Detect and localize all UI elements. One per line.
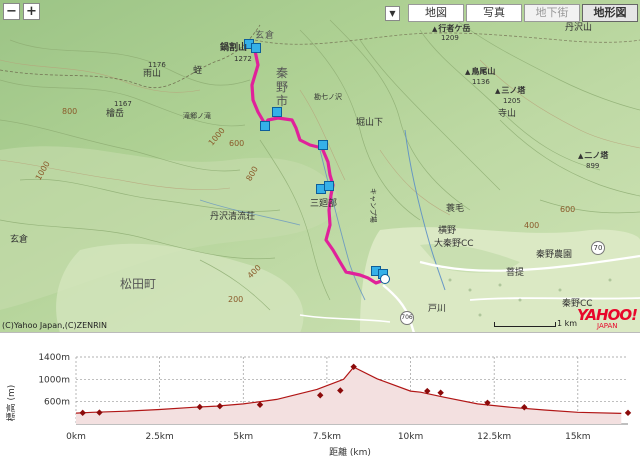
label-camp: キャンプ場 xyxy=(369,188,377,223)
map-type-terrain-button[interactable]: 地形図 xyxy=(582,4,638,22)
route-waypoint[interactable] xyxy=(260,121,270,131)
label-takaoyama: 鳥尾山 xyxy=(465,68,495,76)
label-height-1136: 1136 xyxy=(472,78,490,86)
scale-label: 1 km xyxy=(557,319,578,328)
route-start-marker[interactable] xyxy=(380,274,390,284)
map-view[interactable]: 玄倉 鍋割山 1272 秦野市 行者ケ岳 1209 丹沢山 蛭 1176 雨山 … xyxy=(0,0,640,333)
label-nabewariyama: 鍋割山 xyxy=(220,43,248,53)
x-tick-label: 2.5km xyxy=(145,432,173,442)
label-shimodani: 菩提 xyxy=(506,268,525,278)
contour-label: 600 xyxy=(229,139,245,148)
label-hekiyama: 蛭 xyxy=(193,66,203,76)
map-type-map-button[interactable]: 地図 xyxy=(408,4,464,22)
y-tick-label: 1000m xyxy=(38,375,70,385)
x-tick-label: 10km xyxy=(398,432,423,442)
map-type-dropdown-button[interactable]: ▼ xyxy=(385,6,400,21)
label-height-1209: 1209 xyxy=(441,34,459,42)
label-ohadano-cc: 大秦野CC xyxy=(434,239,474,249)
label-takiodoro: 滝郷ノ滝 xyxy=(183,112,211,120)
elevation-marker xyxy=(624,409,632,417)
y-tick-label: 600m xyxy=(44,398,70,408)
x-tick-label: 12.5km xyxy=(477,432,511,442)
label-sangaishi: 三廻部 xyxy=(310,199,338,209)
route-70-shield: 70 xyxy=(591,241,605,255)
route-waypoint[interactable] xyxy=(272,107,282,117)
scale-bar xyxy=(494,322,556,327)
label-gyojagatake: 行者ケ岳 xyxy=(432,25,470,33)
zoom-in-button[interactable]: + xyxy=(23,3,40,20)
label-amayama: 雨山 xyxy=(143,69,162,79)
route-706-shield: 706 xyxy=(400,311,414,325)
zoom-out-button[interactable]: − xyxy=(3,3,20,20)
label-sannoto: 三ノ塔 xyxy=(495,87,525,95)
label-kannonoyu: 勘七ノ沢 xyxy=(314,93,342,101)
label-kiyono: 横野 xyxy=(438,226,457,236)
contour-label: 400 xyxy=(524,221,540,230)
contour-label: 800 xyxy=(62,107,78,116)
x-tick-label: 0km xyxy=(66,432,86,442)
label-hadano-shi: 秦野市 xyxy=(276,66,290,108)
label-height-1176: 1176 xyxy=(148,61,166,69)
yahoo-logo-sub: JAPAN xyxy=(597,322,618,330)
elevation-chart-svg: 600m 1000m 1400m 0km 2.5km 5km 7.5km 10km 12.5km… xyxy=(5,353,632,458)
route-waypoint[interactable] xyxy=(251,43,261,53)
label-height-1272: 1272 xyxy=(234,55,252,63)
route-waypoint[interactable] xyxy=(318,140,328,150)
elevation-profile-chart: 600m 1000m 1400m 0km 2.5km 5km 7.5km 10km 12.5km… xyxy=(0,333,640,461)
label-tokawa: 戸川 xyxy=(428,304,447,314)
label-hinokidake: 檜岳 xyxy=(106,109,125,119)
route-waypoint[interactable] xyxy=(324,181,334,191)
label-terayama: 寺山 xyxy=(498,109,517,119)
label-tanzawayama: 丹沢山 xyxy=(565,23,593,33)
label-height-1205: 1205 xyxy=(503,97,521,105)
x-tick-label: 5km xyxy=(233,432,253,442)
elevation-marker xyxy=(437,389,444,396)
yahoo-logo[interactable]: YAHOO! JAPAN xyxy=(577,306,640,332)
x-axis-label: 距離 (km) xyxy=(329,446,371,458)
label-horiyamashita: 堀山下 xyxy=(356,118,384,128)
map-type-underground-button[interactable]: 地下街 xyxy=(524,4,580,22)
label-genkura-top: 玄倉 xyxy=(255,31,276,41)
contour-label: 600 xyxy=(560,205,576,214)
label-hadano-nouen: 秦野農園 xyxy=(536,250,573,260)
x-tick-label: 15km xyxy=(565,432,590,442)
elevation-area xyxy=(76,367,622,424)
label-genkura: 玄倉 xyxy=(10,235,29,245)
label-tanzawa-sanso: 丹沢清流荘 xyxy=(210,212,256,222)
label-ninoto: 二ノ塔 xyxy=(578,152,608,160)
y-tick-label: 1400m xyxy=(38,353,70,363)
label-minoge: 蓑毛 xyxy=(446,204,465,214)
y-axis-label: 標高 (m) xyxy=(5,385,17,422)
x-tick-label: 7.5km xyxy=(313,432,341,442)
terrain-background xyxy=(0,0,640,332)
label-height-1167: 1167 xyxy=(114,100,132,108)
label-matsuda-town: 松田町 xyxy=(120,277,157,291)
contour-label: 200 xyxy=(228,295,244,304)
map-type-photo-button[interactable]: 写真 xyxy=(466,4,522,22)
copyright-text: (C)Yahoo Japan,(C)ZENRIN xyxy=(2,321,108,330)
label-height-899: 899 xyxy=(586,162,600,170)
